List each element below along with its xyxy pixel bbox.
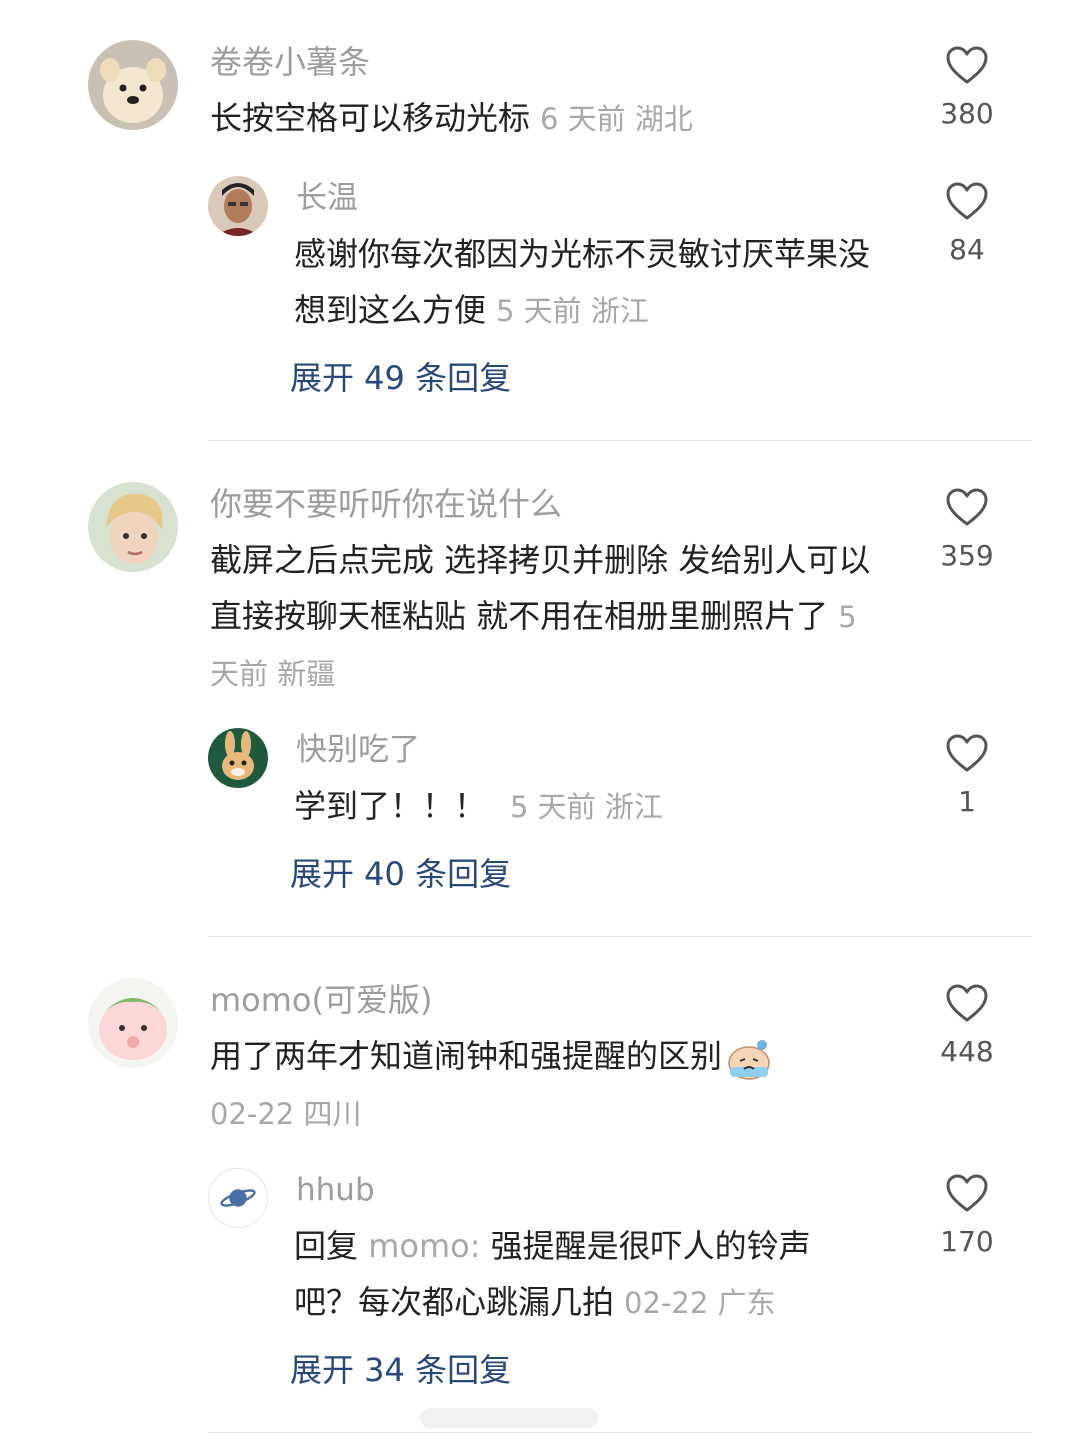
reply-text[interactable]: 感谢你每次都因为光标不灵敏讨厌苹果没想到这么方便 5 天前 浙江: [294, 226, 884, 339]
like-button[interactable]: 1: [922, 733, 1012, 819]
avatar[interactable]: [88, 482, 178, 572]
comment-body: 截屏之后点完成 选择拷贝并删除 发给别人可以直接按聊天框粘贴 就不用在相册里删照…: [210, 541, 871, 635]
reply-text[interactable]: 学到了！！！ 5 天前 浙江: [294, 778, 884, 835]
like-button[interactable]: 448: [922, 983, 1012, 1069]
blonde-person-avatar-icon: [88, 482, 178, 572]
like-count: 1: [958, 785, 976, 818]
comment-meta: 02-22 四川: [210, 1097, 362, 1131]
reply-body: 学到了！！！: [294, 787, 487, 825]
expand-replies-button[interactable]: 展开 49 条回复: [290, 358, 511, 398]
comment-meta: 6 天前 湖北: [540, 102, 693, 136]
heart-outline-icon: [946, 488, 988, 526]
heart-outline-icon: [946, 734, 988, 772]
reply-meta: 5 天前 浙江: [496, 294, 649, 328]
comment-username[interactable]: 卷卷小薯条: [210, 42, 370, 82]
heart-outline-icon: [946, 182, 988, 220]
comment-username[interactable]: 你要不要听听你在说什么: [210, 484, 562, 524]
avatar[interactable]: [208, 1168, 268, 1228]
like-button[interactable]: 359: [922, 487, 1012, 573]
like-count: 380: [940, 97, 994, 130]
reply-text[interactable]: 回复 momo: 强提醒是很吓人的铃声吧？每次都心跳漏几拍 02-22 广东: [294, 1218, 864, 1331]
avatar[interactable]: [88, 978, 178, 1068]
like-count: 170: [940, 1225, 994, 1258]
peach-avatar-icon: [88, 978, 178, 1068]
reply-username[interactable]: hhub: [296, 1170, 375, 1210]
crying-emoji-icon: [728, 1040, 770, 1080]
heart-outline-icon: [946, 984, 988, 1022]
comment-text[interactable]: 用了两年才知道闹钟和强提醒的区别: [210, 1028, 910, 1084]
expand-replies-button[interactable]: 展开 40 条回复: [290, 854, 511, 894]
reply-meta: 5 天前 浙江: [510, 790, 663, 824]
bunny-avatar-icon: [208, 728, 268, 788]
like-count: 359: [940, 539, 994, 572]
like-count: 448: [940, 1035, 994, 1068]
comment-text[interactable]: 长按空格可以移动光标 6 天前 湖北: [210, 90, 910, 147]
heart-outline-icon: [946, 1174, 988, 1212]
comment-text[interactable]: 截屏之后点完成 选择拷贝并删除 发给别人可以直接按聊天框粘贴 就不用在相册里删照…: [210, 532, 882, 702]
like-button[interactable]: 170: [922, 1173, 1012, 1259]
planet-avatar-icon: [209, 1169, 267, 1227]
reply-prefix: 回复: [294, 1227, 359, 1265]
avatar[interactable]: [208, 728, 268, 788]
comment-body: 长按空格可以移动光标: [210, 99, 531, 137]
like-button[interactable]: 380: [922, 45, 1012, 131]
reply-mention[interactable]: momo:: [368, 1227, 480, 1265]
reply-meta: 02-22 广东: [624, 1286, 776, 1320]
dog-avatar-icon: [88, 40, 178, 130]
expand-replies-button[interactable]: 展开 34 条回复: [290, 1350, 511, 1390]
like-button[interactable]: 84: [922, 181, 1012, 267]
scroll-indicator[interactable]: [420, 1408, 598, 1428]
comment-body: 用了两年才知道闹钟和强提醒的区别: [210, 1037, 723, 1075]
like-count: 84: [949, 233, 985, 266]
divider: [208, 1432, 1032, 1433]
man-avatar-icon: [208, 176, 268, 236]
avatar[interactable]: [88, 40, 178, 130]
divider: [208, 440, 1032, 441]
reply-username[interactable]: 长温: [296, 178, 358, 218]
comment-username[interactable]: momo(可爱版): [210, 980, 432, 1020]
reply-username[interactable]: 快别吃了: [296, 730, 420, 770]
avatar[interactable]: [208, 176, 268, 236]
divider: [208, 936, 1032, 937]
heart-outline-icon: [946, 46, 988, 84]
